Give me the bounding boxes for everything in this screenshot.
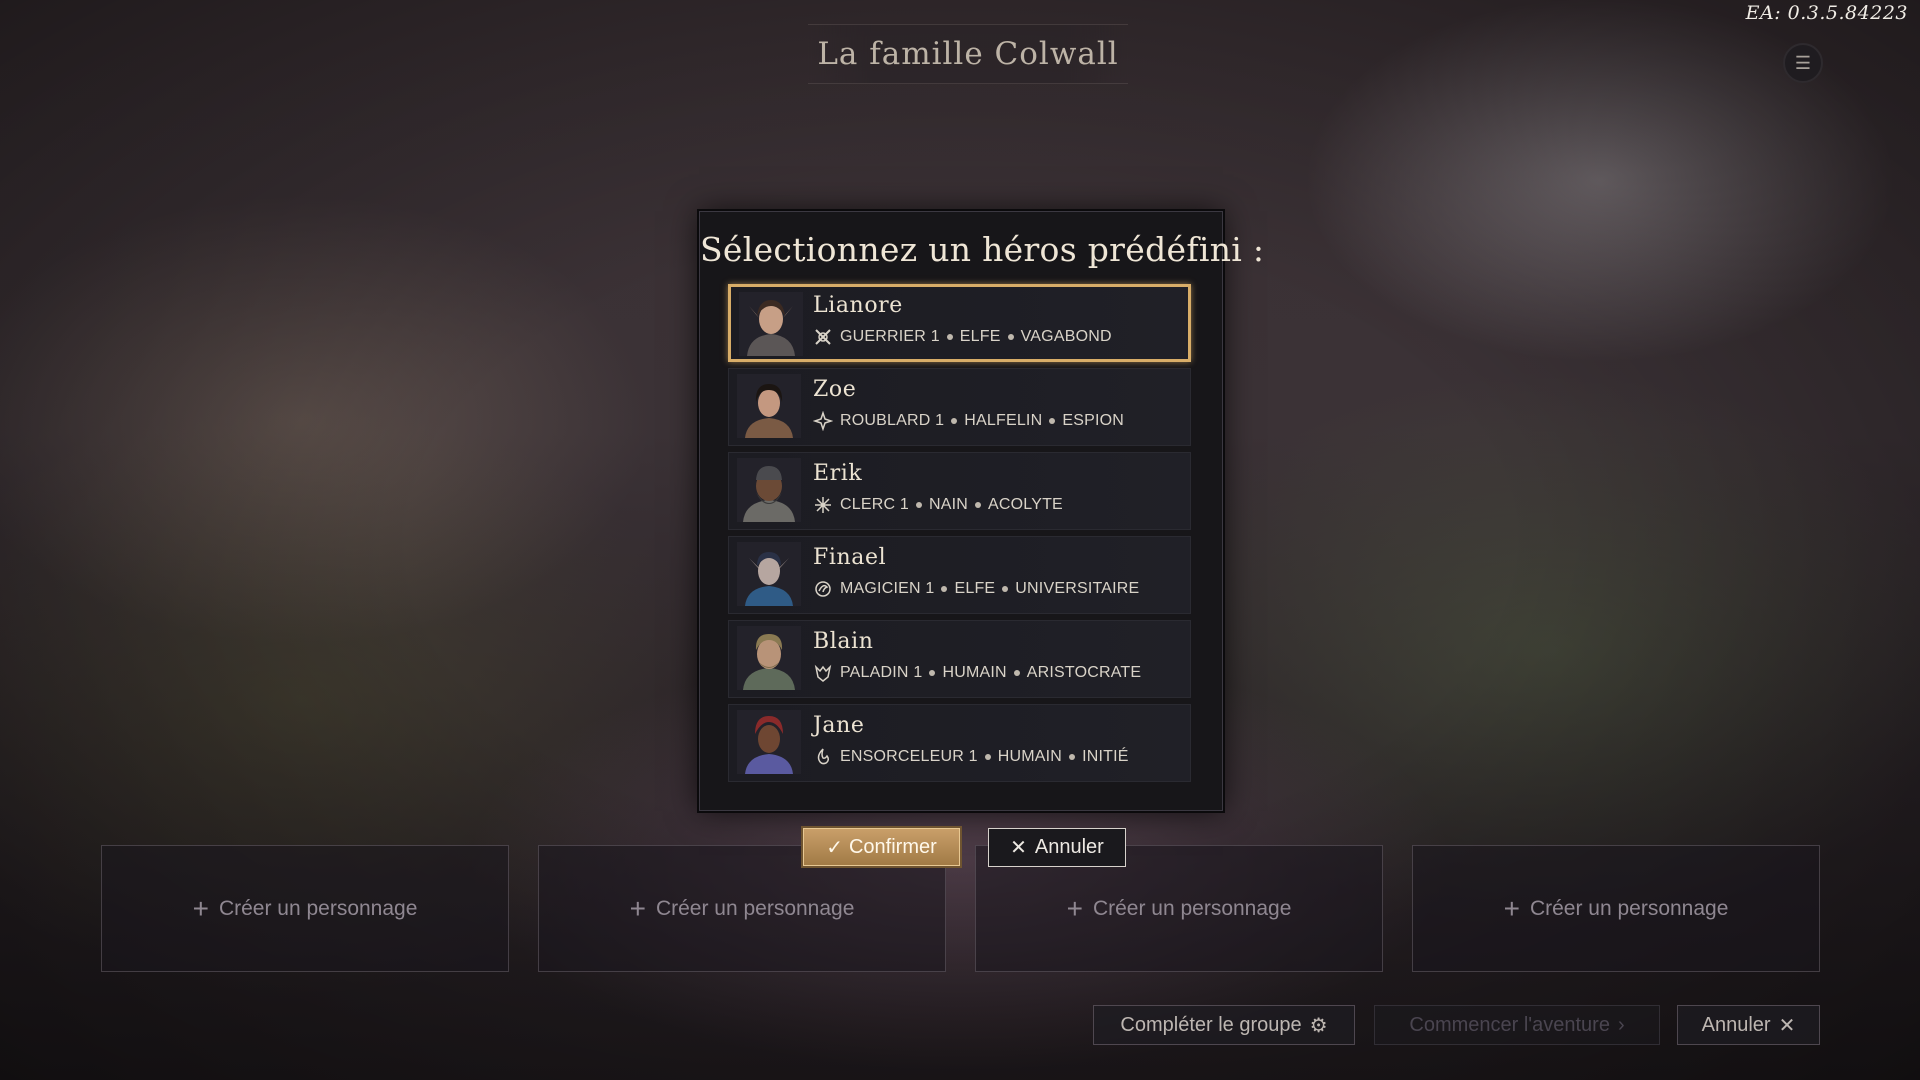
version-label: EA: 0.3.5.84223 xyxy=(1745,2,1908,24)
hero-race: ELFE xyxy=(954,580,996,597)
hero-row-zoe[interactable]: Zoe ROUBLARD 1 HALFELIN ESPION xyxy=(728,368,1191,446)
footer-cancel-label: Annuler xyxy=(1701,1013,1771,1036)
rogue-class-icon xyxy=(813,411,833,431)
hero-meta: ENSORCELEUR 1 HUMAIN INITIÉ xyxy=(813,747,1129,767)
complete-party-button[interactable]: Compléter le groupe ⚙ xyxy=(1093,1005,1355,1045)
separator-dot xyxy=(1002,586,1009,592)
hero-race: HALFELIN xyxy=(964,412,1043,429)
dialog-cancel-label: Annuler xyxy=(1034,836,1104,858)
hero-name: Blain xyxy=(813,629,874,654)
hero-portrait xyxy=(737,458,801,522)
separator-dot xyxy=(951,418,958,424)
separator-dot xyxy=(915,502,922,508)
hero-background: UNIVERSITAIRE xyxy=(1015,580,1140,597)
paladin-class-icon xyxy=(813,663,833,683)
dialog-title: Sélectionnez un héros prédéfini : xyxy=(700,230,1265,269)
start-adventure-button[interactable]: Commencer l'aventure › xyxy=(1374,1005,1660,1045)
hero-row-jane[interactable]: Jane ENSORCELEUR 1 HUMAIN INITIÉ xyxy=(728,704,1191,782)
hero-race: ELFE xyxy=(959,328,1001,345)
cleric-class-icon xyxy=(813,495,833,515)
hero-row-blain[interactable]: Blain PALADIN 1 HUMAIN ARISTOCRATE xyxy=(728,620,1191,698)
slot-label: Créer un personnage xyxy=(655,896,855,920)
hero-race: HUMAIN xyxy=(942,664,1007,681)
complete-party-label: Compléter le groupe xyxy=(1120,1013,1302,1036)
hero-name: Zoe xyxy=(813,377,857,402)
start-adventure-label: Commencer l'aventure xyxy=(1409,1013,1610,1036)
confirm-button[interactable]: ✓ Confirmer xyxy=(801,826,962,868)
checkmark-icon: ✓ xyxy=(826,836,843,859)
hero-portrait xyxy=(739,292,803,356)
hero-portrait xyxy=(737,374,801,438)
hero-portrait xyxy=(737,542,801,606)
hero-race: HUMAIN xyxy=(997,748,1063,765)
hero-background: VAGABOND xyxy=(1020,328,1112,345)
hero-race: NAIN xyxy=(928,496,969,513)
hero-row-lianore[interactable]: Lianore GUERRIER 1 ELFE VAGABOND xyxy=(728,284,1191,362)
slot-label: Créer un personnage xyxy=(1529,896,1729,920)
hero-class: CLERC 1 xyxy=(840,496,909,513)
wizard-class-icon xyxy=(813,579,833,599)
hero-class: GUERRIER 1 xyxy=(840,328,940,345)
chevron-right-icon: › xyxy=(1617,1013,1625,1036)
plus-icon: + xyxy=(1066,892,1083,924)
hero-name: Lianore xyxy=(813,293,903,318)
hero-name: Erik xyxy=(813,461,863,486)
dialog-cancel-button[interactable]: ✕ Annuler xyxy=(988,828,1126,867)
confirm-label: Confirmer xyxy=(848,835,937,858)
preset-hero-dialog: Sélectionnez un héros prédéfini : Lianor… xyxy=(699,211,1265,811)
hero-background: ESPION xyxy=(1062,412,1124,429)
plus-icon: + xyxy=(1503,892,1520,924)
hero-class: MAGICIEN 1 xyxy=(840,580,935,597)
hero-portrait xyxy=(737,626,801,690)
slot-label: Créer un personnage xyxy=(218,896,418,920)
hero-class: PALADIN 1 xyxy=(840,664,923,681)
close-icon: ✕ xyxy=(1778,1014,1796,1037)
separator-dot xyxy=(984,754,991,760)
separator-dot xyxy=(1007,334,1014,340)
hero-row-erik[interactable]: Erik CLERC 1 NAIN ACOLYTE xyxy=(728,452,1191,530)
separator-dot xyxy=(946,334,953,340)
hero-background: ACOLYTE xyxy=(988,496,1063,513)
close-icon: ✕ xyxy=(1010,837,1027,859)
hero-background: ARISTOCRATE xyxy=(1026,664,1142,681)
party-title: La famille Colwall xyxy=(808,24,1128,84)
hero-portrait xyxy=(737,710,801,774)
sorcerer-class-icon xyxy=(813,747,833,767)
create-character-slot-4[interactable]: + Créer un personnage xyxy=(1412,845,1820,972)
separator-dot xyxy=(1049,418,1056,424)
hero-meta: MAGICIEN 1 ELFE UNIVERSITAIRE xyxy=(813,579,1139,599)
hamburger-menu-icon[interactable]: ☰ xyxy=(1783,43,1823,83)
separator-dot xyxy=(1069,754,1076,760)
hero-name: Jane xyxy=(813,713,865,738)
separator-dot xyxy=(975,502,982,508)
fighter-class-icon xyxy=(813,327,833,347)
separator-dot xyxy=(1013,670,1020,676)
hero-name: Finael xyxy=(813,545,887,570)
plus-icon: + xyxy=(629,892,646,924)
slot-label: Créer un personnage xyxy=(1092,896,1292,920)
hero-meta: CLERC 1 NAIN ACOLYTE xyxy=(813,495,1063,515)
hero-meta: PALADIN 1 HUMAIN ARISTOCRATE xyxy=(813,663,1141,683)
footer-cancel-button[interactable]: Annuler ✕ xyxy=(1677,1005,1820,1045)
hero-class: ROUBLARD 1 xyxy=(840,412,945,429)
plus-icon: + xyxy=(192,892,209,924)
separator-dot xyxy=(929,670,936,676)
gear-icon: ⚙ xyxy=(1309,1014,1328,1037)
hero-background: INITIÉ xyxy=(1082,748,1129,765)
hero-class: ENSORCELEUR 1 xyxy=(840,748,978,765)
separator-dot xyxy=(941,586,948,592)
hero-row-finael[interactable]: Finael MAGICIEN 1 ELFE UNIVERSITAIRE xyxy=(728,536,1191,614)
create-character-slot-1[interactable]: + Créer un personnage xyxy=(101,845,509,972)
hero-list: Lianore GUERRIER 1 ELFE VAGABOND Zoe ROU… xyxy=(728,284,1191,788)
hero-meta: GUERRIER 1 ELFE VAGABOND xyxy=(813,327,1112,347)
hero-meta: ROUBLARD 1 HALFELIN ESPION xyxy=(813,411,1124,431)
